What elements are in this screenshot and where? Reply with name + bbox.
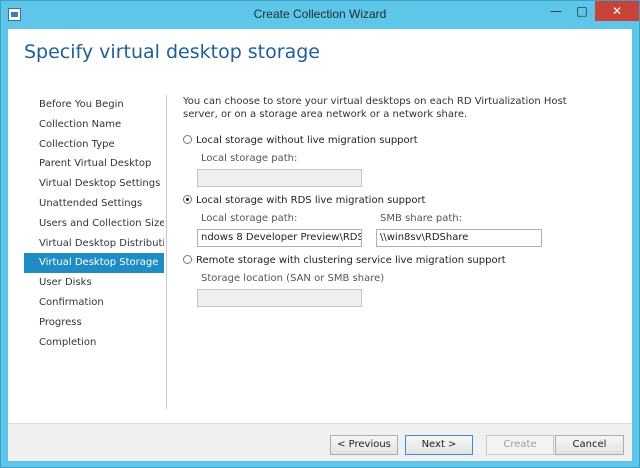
smb-share-path-label: SMB share path: [380,213,463,224]
title-bar: Create Collection Wizard — □ ✕ [1,1,639,29]
local-storage-path-label: Local storage path: [201,153,298,164]
nav-item-unattended-settings[interactable]: Unattended Settings [24,194,164,214]
page-title: Specify virtual desktop storage [24,41,320,63]
radio-rds-live-migration[interactable]: Local storage with RDS live migration su… [183,194,425,208]
nav-item-completion[interactable]: Completion [24,333,164,353]
radio-rds-live-migration-label: Local storage with RDS live migration su… [196,195,426,206]
next-button[interactable]: Next > [405,435,473,455]
create-button[interactable]: Create [486,435,554,455]
minimize-button[interactable]: — [543,1,569,21]
radio-local-storage-label: Local storage without live migration sup… [196,135,418,146]
previous-button[interactable]: < Previous [330,435,398,455]
wizard-body: Specify virtual desktop storage Before Y… [8,29,632,461]
nav-item-progress[interactable]: Progress [24,313,164,333]
wizard-steps-nav: Before You Begin Collection Name Collect… [24,95,164,352]
nav-item-collection-type[interactable]: Collection Type [24,135,164,155]
nav-divider [166,95,167,409]
radio-local-storage-indicator[interactable] [183,134,192,144]
nav-item-virtual-desktop-storage[interactable]: Virtual Desktop Storage [24,253,164,274]
radio-remote-storage[interactable]: Remote storage with clustering service l… [183,254,506,268]
radio-remote-storage-label: Remote storage with clustering service l… [196,255,506,266]
maximize-button[interactable]: □ [569,1,595,21]
rds-local-storage-path-input[interactable]: ndows 8 Developer Preview\RDShare [197,229,362,247]
nav-item-virtual-desktop-distribution[interactable]: Virtual Desktop Distributi... [24,234,164,254]
radio-remote-storage-indicator[interactable] [183,254,192,264]
nav-item-parent-virtual-desktop[interactable]: Parent Virtual Desktop [24,154,164,174]
cancel-button[interactable]: Cancel [555,435,624,455]
wizard-button-bar: < Previous Next > Create Cancel [8,423,632,461]
storage-location-input[interactable] [197,289,362,307]
smb-share-path-input[interactable]: \\win8sv\RDShare [376,229,542,247]
nav-item-before-you-begin[interactable]: Before You Begin [24,95,164,115]
nav-item-user-disks[interactable]: User Disks [24,273,164,293]
radio-local-storage[interactable]: Local storage without live migration sup… [183,134,418,148]
wizard-window: Create Collection Wizard — □ ✕ Specify v… [0,0,640,468]
local-storage-path-input[interactable] [197,169,362,187]
rds-local-storage-path-label: Local storage path: [201,213,298,224]
nav-item-virtual-desktop-settings[interactable]: Virtual Desktop Settings [24,174,164,194]
nav-item-collection-name[interactable]: Collection Name [24,115,164,135]
nav-item-confirmation[interactable]: Confirmation [24,293,164,313]
storage-location-label: Storage location (SAN or SMB share) [201,273,385,284]
storage-description: You can choose to store your virtual des… [183,96,567,120]
nav-item-users-and-collection-size[interactable]: Users and Collection Size [24,214,164,234]
close-button[interactable]: ✕ [595,1,639,21]
radio-rds-live-migration-indicator[interactable] [183,194,192,204]
